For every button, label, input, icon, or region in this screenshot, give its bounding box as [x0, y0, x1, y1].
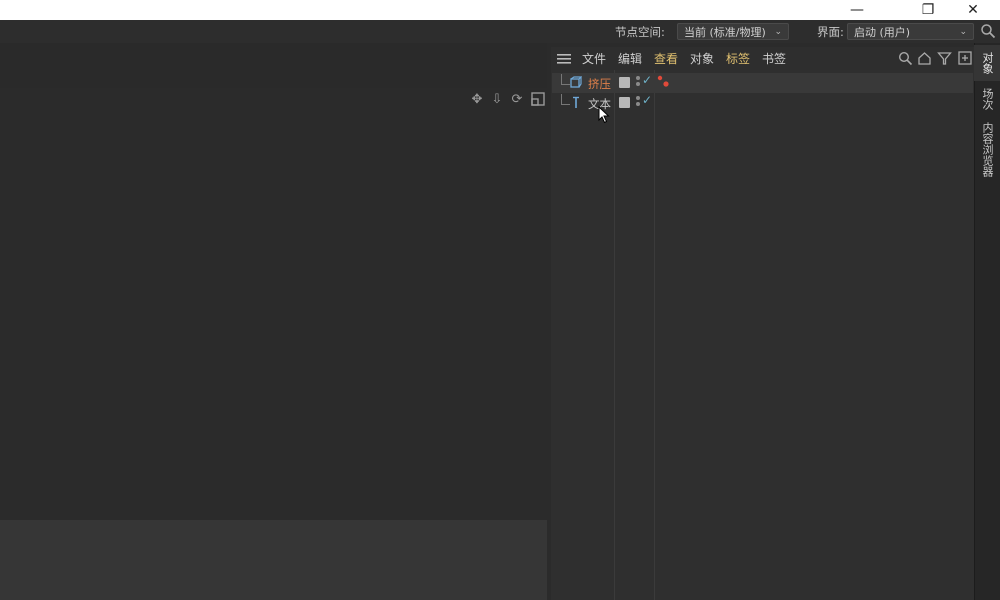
layout-dropdown[interactable]: 启动 (用户) ⌄	[847, 23, 974, 40]
menu-file[interactable]: 文件	[582, 50, 606, 67]
text-spline-icon	[570, 96, 582, 109]
column-divider	[654, 70, 655, 600]
menu-view[interactable]: 查看	[654, 50, 678, 67]
rotate-view-icon[interactable]: ⟳	[509, 91, 525, 107]
tree-line	[561, 94, 570, 105]
visibility-dots[interactable]	[636, 96, 640, 106]
menu-tags[interactable]: 标签	[726, 50, 750, 67]
chevron-down-icon: ⌄	[774, 26, 782, 37]
menu-edit[interactable]: 编辑	[618, 50, 642, 67]
mouse-cursor-icon	[598, 105, 610, 127]
visibility-dots[interactable]	[636, 76, 640, 86]
list-item-text[interactable]	[552, 93, 973, 113]
move-view-icon[interactable]: ✥	[469, 91, 485, 107]
filter-icon[interactable]	[937, 51, 952, 66]
menu-objects[interactable]: 对象	[690, 50, 714, 67]
column-divider	[614, 70, 615, 600]
maximize-view-icon[interactable]	[530, 91, 546, 107]
restore-button[interactable]: ❐	[905, 0, 951, 20]
node-space-label: 节点空间:	[615, 25, 665, 39]
layer-swatch[interactable]	[619, 97, 630, 108]
check-icon[interactable]: ✓	[642, 93, 652, 107]
node-space-value: 当前 (标准/物理)	[684, 25, 766, 39]
close-button[interactable]: ✕	[950, 0, 996, 20]
new-window-icon[interactable]	[958, 51, 972, 65]
search-icon[interactable]	[980, 23, 996, 39]
timeline-panel	[0, 520, 547, 600]
tab-objects[interactable]: 对象	[974, 45, 1000, 81]
zoom-view-icon[interactable]: ⇩	[489, 91, 505, 107]
search-icon[interactable]	[898, 51, 913, 66]
node-space-dropdown[interactable]: 当前 (标准/物理) ⌄	[677, 23, 789, 40]
viewport[interactable]	[0, 88, 547, 520]
menu-bookmarks[interactable]: 书签	[762, 50, 786, 67]
tab-takes[interactable]: 场次	[974, 84, 1000, 114]
layout-label: 界面:	[817, 25, 844, 39]
object-name[interactable]: 挤压	[588, 76, 611, 92]
hamburger-icon[interactable]	[557, 52, 572, 66]
minimize-button[interactable]: —	[834, 0, 880, 20]
viewport-header	[0, 43, 547, 89]
extrude-icon	[569, 76, 583, 89]
chevron-down-icon: ⌄	[959, 26, 967, 37]
tab-content-browser[interactable]: 内容浏览器	[974, 118, 1000, 180]
list-item-extrude[interactable]	[552, 73, 973, 93]
layer-swatch[interactable]	[619, 77, 630, 88]
layout-value: 启动 (用户)	[854, 25, 911, 39]
phong-tag-icon[interactable]	[657, 75, 671, 89]
home-icon[interactable]	[917, 51, 932, 66]
check-icon[interactable]: ✓	[642, 73, 652, 87]
